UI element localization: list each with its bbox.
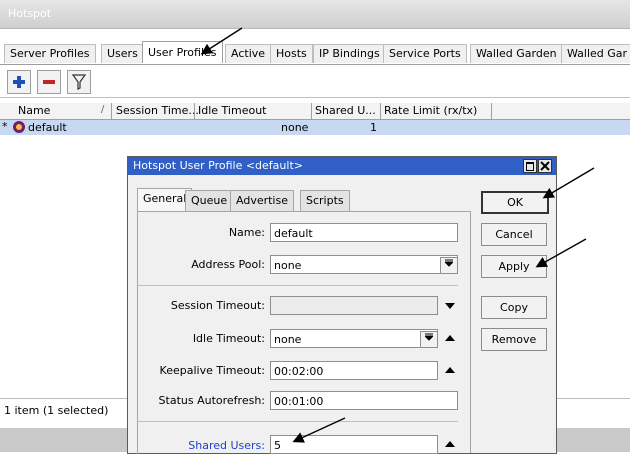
annotation-arrows	[200, 27, 595, 443]
arrow-to-ok	[542, 167, 595, 199]
arrow-to-shared-users	[292, 417, 346, 443]
arrow-to-user-profiles	[200, 27, 243, 55]
arrow-to-apply	[535, 238, 587, 268]
